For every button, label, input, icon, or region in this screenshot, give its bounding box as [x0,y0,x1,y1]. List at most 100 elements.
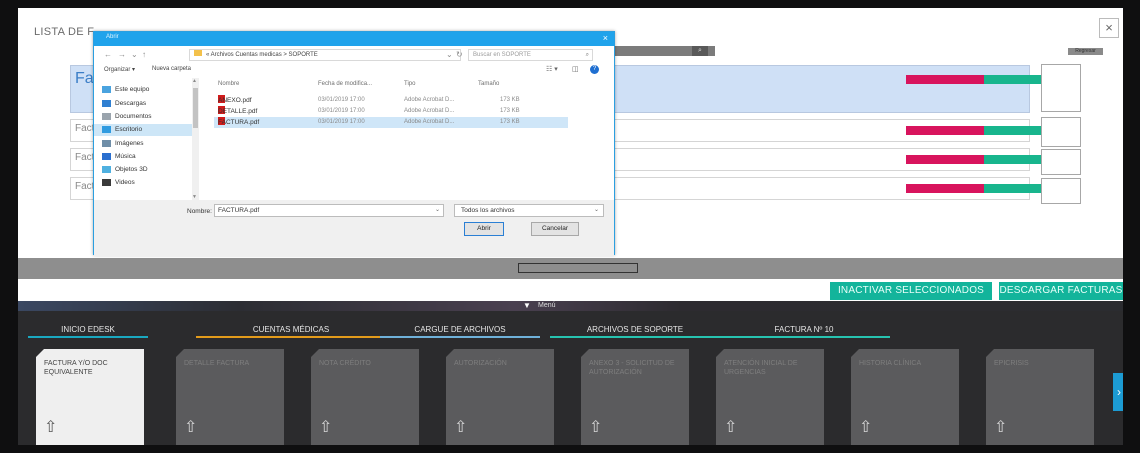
upload-card[interactable]: NOTA CRÉDITO ⇧ [311,349,419,445]
status-badge[interactable] [984,75,1044,84]
upload-card[interactable]: EPICRISIS ⇧ [986,349,1094,445]
file-row-selected[interactable]: FACTURA.pdf 03/01/2019 17:00 Adobe Acrob… [214,117,568,128]
tab-underline [380,336,540,338]
tab-cargue-archivos[interactable]: CARGUE DE ARCHIVOS [380,324,540,338]
upload-icon[interactable]: ⇧ [724,417,737,437]
file-row[interactable]: ANEXO.pdf 03/01/2019 17:00 Adobe Acrobat… [214,95,564,106]
row-checkbox[interactable] [1041,178,1081,204]
search-icon[interactable]: ⌕ [692,46,708,56]
row-checkbox[interactable] [1041,149,1081,175]
upload-card[interactable]: ATENCIÓN INICIAL DE URGENCIAS ⇧ [716,349,824,445]
upload-card[interactable]: AUTORIZACIÓN ⇧ [446,349,554,445]
row-checkbox[interactable] [1041,117,1081,147]
upload-icon[interactable]: ⇧ [184,417,197,437]
status-badge[interactable] [984,184,1044,193]
up-arrow-icon[interactable]: ↑ [142,50,146,59]
upload-cards: FACTURA Y/O DOC EQUIVALENTE ⇧ DETALLE FA… [36,349,1116,445]
file-row[interactable]: DETALLE.pdf 03/01/2019 17:00 Adobe Acrob… [214,106,564,117]
column-size[interactable]: Tamaño [478,81,499,87]
pagination-control[interactable] [518,263,638,273]
dialog-search-input[interactable]: Buscar en SOPORTE ⌕ [468,49,593,61]
open-button[interactable]: Abrir [464,222,504,236]
preview-pane-icon[interactable]: ◫ [572,65,579,73]
tab-inicio-edesk[interactable]: INICIO EDESK [28,324,148,338]
upload-card[interactable]: FACTURA Y/O DOC EQUIVALENTE ⇧ [36,349,144,445]
status-badge[interactable] [906,155,984,164]
upload-icon[interactable]: ⇧ [589,417,602,437]
open-file-dialog: Abrir × ← → ⌄ ↑ « Archivos Cuentas medic… [93,31,615,256]
back-arrow-icon[interactable]: ← [104,50,112,59]
nav-scrollbar[interactable]: ▲ ▼ [192,78,199,200]
nav-item-videos[interactable]: Videos [102,177,135,189]
row-checkbox[interactable] [1041,64,1081,112]
help-icon[interactable]: ? [590,65,599,74]
upload-icon[interactable]: ⇧ [859,417,872,437]
status-badge[interactable] [984,126,1044,135]
menu-toggle-label[interactable]: Menú [538,302,556,309]
view-options-icon[interactable]: ☷ ▾ [546,65,558,73]
document-icon [102,112,111,120]
upload-card[interactable]: DETALLE FACTURA ⇧ [176,349,284,445]
file-size: 173 KB [500,108,520,114]
upload-icon[interactable]: ⇧ [319,417,332,437]
caret-down-icon[interactable]: ▼ [523,301,531,310]
nav-item-musica[interactable]: Música [102,151,136,163]
tab-underline [28,336,148,338]
chevron-down-icon[interactable]: ⌄ [435,205,440,216]
tab-factura-10[interactable]: FACTURA Nº 10 [718,324,890,338]
screenshot-root: LISTA DE F × ⌕ Regresar Fa SC Fact SOP F… [0,0,1140,453]
nav-label: Imágenes [115,140,144,147]
history-dropdown-icon[interactable]: ⌄ [131,50,138,59]
status-badge[interactable] [906,184,984,193]
next-arrow-icon[interactable]: › [1113,373,1123,411]
nav-item-objetos-3d[interactable]: Objetos 3D [102,164,148,176]
column-date[interactable]: Fecha de modifica... [318,81,372,87]
scroll-up-icon[interactable]: ▲ [192,78,197,84]
nav-label: Descargas [115,100,147,107]
card-label: NOTA CRÉDITO [319,360,371,367]
nav-item-escritorio[interactable]: Escritorio [94,124,194,136]
upload-card[interactable]: ANEXO 3 - SOLICITUD DE AUTORIZACIÓN ⇧ [581,349,689,445]
organize-button[interactable]: Organizar ▾ [104,66,135,73]
nav-label: Música [115,153,136,160]
nav-item-documentos[interactable]: Documentos [102,111,152,123]
pagination-bar [18,258,1123,279]
upload-icon[interactable]: ⇧ [44,417,57,437]
refresh-icon[interactable]: ↻ [456,50,463,59]
app-frame: LISTA DE F × ⌕ Regresar Fa SC Fact SOP F… [18,8,1123,445]
status-badge[interactable] [906,126,984,135]
file-size: 173 KB [500,119,520,125]
forward-arrow-icon[interactable]: → [118,50,126,59]
scroll-thumb[interactable] [193,88,198,128]
status-badge[interactable] [984,155,1044,164]
new-folder-button[interactable]: Nueva carpeta [152,66,191,72]
status-badge[interactable] [906,75,984,84]
tab-label: INICIO EDESK [61,325,115,334]
inactivate-selected-button[interactable]: INACTIVAR SELECCIONADOS [830,282,992,300]
cancel-button[interactable]: Cancelar [531,222,579,236]
tab-archivos-soporte[interactable]: ARCHIVOS DE SOPORTE [550,324,720,338]
address-bar[interactable]: « Archivos Cuentas medicas > SOPORTE [189,49,461,61]
dialog-toolbar: Organizar ▾ Nueva carpeta ☷ ▾ ◫ ? [94,64,614,78]
column-type[interactable]: Tipo [404,81,415,87]
tab-cuentas-medicas[interactable]: CUENTAS MÉDICAS [196,324,386,338]
download-invoices-button[interactable]: DESCARGAR FACTURAS [999,282,1123,300]
column-name[interactable]: Nombre [218,81,239,87]
card-label: AUTORIZACIÓN [454,360,507,367]
upload-card[interactable]: HISTORIA CLÍNICA ⇧ [851,349,959,445]
file-size: 173 KB [500,97,520,103]
chevron-down-icon[interactable]: ⌄ [594,205,599,216]
filetype-select[interactable]: Todos los archivos ⌄ [454,204,604,217]
back-mini-button[interactable]: Regresar [1068,48,1103,55]
dialog-close-icon[interactable]: × [603,33,608,43]
nav-item-este-equipo[interactable]: Este equipo [102,84,149,96]
panel-close-button[interactable]: × [1099,18,1119,38]
filename-input[interactable]: FACTURA.pdf ⌄ [214,204,444,217]
address-dropdown-icon[interactable]: ⌄ [446,50,453,59]
nav-item-descargas[interactable]: Descargas [102,98,146,110]
upload-icon[interactable]: ⇧ [994,417,1007,437]
tab-underline [718,336,890,338]
upload-icon[interactable]: ⇧ [454,417,467,437]
nav-item-imagenes[interactable]: Imágenes [102,138,144,150]
file-date: 03/01/2019 17:00 [318,108,365,114]
